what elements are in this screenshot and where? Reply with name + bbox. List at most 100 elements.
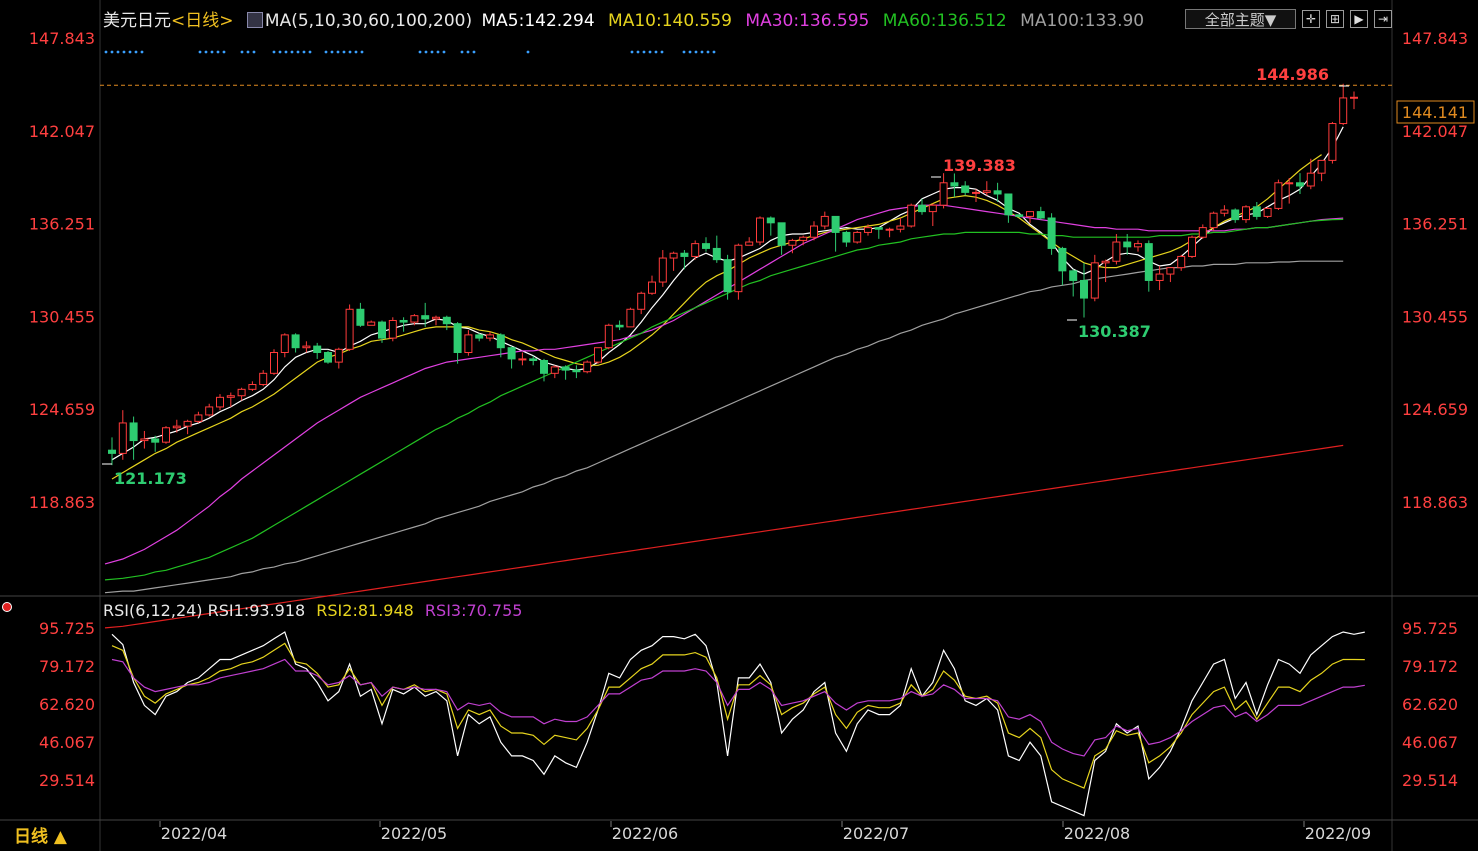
- grid-layout-icon[interactable]: ⊞: [1326, 10, 1344, 28]
- price-axis-tick-right: 147.843: [1402, 29, 1468, 48]
- period-switch-button[interactable]: 日线 ▲: [14, 822, 67, 847]
- candle-body: [378, 321, 386, 339]
- signal-dot: [330, 50, 334, 54]
- candle: [777, 222, 786, 255]
- signal-dot: [436, 50, 440, 54]
- expand-panel-icon[interactable]: ⇥: [1374, 10, 1392, 28]
- candle: [367, 320, 376, 326]
- signal-dot: [290, 50, 294, 54]
- candle: [1198, 224, 1207, 239]
- candle-body: [345, 308, 354, 350]
- low-annotation-2: 130.387: [1078, 322, 1151, 341]
- signal-dot: [240, 50, 244, 54]
- ma30-value: MA30:136.595: [745, 11, 870, 31]
- signal-dot: [308, 50, 312, 54]
- candle-body: [982, 190, 991, 193]
- candle: [1036, 206, 1045, 220]
- candle-body: [486, 334, 494, 339]
- candle: [486, 331, 494, 342]
- candle-body: [853, 231, 862, 243]
- candle-body: [874, 227, 883, 230]
- candle-body: [745, 241, 754, 246]
- candle-body: [648, 281, 656, 294]
- price-axis-tick-left: 147.843: [29, 29, 95, 48]
- candle-body: [712, 247, 721, 261]
- candle-body: [1188, 236, 1196, 257]
- signal-dot: [252, 50, 256, 54]
- candle: [259, 370, 268, 387]
- date-axis-tick: 2022/06: [612, 824, 678, 843]
- candle-body: [691, 243, 700, 257]
- rsi-axis-tick-left: 29.514: [39, 771, 95, 790]
- candle: [1317, 159, 1326, 182]
- candle: [248, 381, 257, 391]
- candle-body: [1155, 273, 1164, 281]
- candle-body: [205, 406, 214, 416]
- candle-body: [226, 395, 235, 398]
- candle-body: [140, 438, 149, 442]
- signal-dot: [424, 50, 428, 54]
- rsi-lines: [111, 631, 1365, 817]
- candle-body: [604, 324, 613, 349]
- crosshair-icon[interactable]: ✛: [1302, 10, 1320, 28]
- signal-dot: [140, 50, 144, 54]
- date-axis-tick: 2022/08: [1064, 824, 1130, 843]
- signal-dot: [472, 50, 476, 54]
- signal-dot: [648, 50, 652, 54]
- period-tag[interactable]: <日线>: [171, 11, 234, 31]
- candle-body: [334, 348, 343, 363]
- signal-dot: [360, 50, 364, 54]
- ma-indicator-icon[interactable]: [246, 12, 263, 28]
- candle-body: [756, 217, 764, 243]
- candle: [680, 250, 689, 270]
- candle: [831, 215, 840, 252]
- candle-body: [118, 422, 127, 454]
- candle: [162, 426, 170, 444]
- candlestick-series: [108, 83, 1358, 466]
- candle-body: [1306, 172, 1315, 187]
- signal-dot: [700, 50, 704, 54]
- theme-dropdown-button[interactable]: 全部主题▼: [1185, 9, 1296, 29]
- rsi-axis-tick-right: 79.172: [1402, 657, 1458, 676]
- candle: [950, 173, 959, 198]
- candle: [691, 240, 700, 260]
- candle: [1188, 235, 1196, 259]
- candle: [1090, 254, 1099, 302]
- candle-body: [1058, 247, 1067, 272]
- rsi-header: RSI(6,12,24) RSI1:93.918 RSI2:81.948 RSI…: [103, 601, 522, 620]
- indicator-settings-icon[interactable]: [2, 602, 12, 612]
- candle: [334, 347, 343, 369]
- candle: [885, 227, 894, 238]
- ma60-value: MA60:136.512: [882, 11, 1007, 31]
- candle-body: [388, 319, 397, 339]
- rsi3-value: RSI3:70.755: [424, 601, 523, 620]
- candle: [853, 230, 862, 244]
- candle: [280, 333, 289, 358]
- signal-dot: [348, 50, 352, 54]
- candle: [1231, 208, 1240, 223]
- candle-body: [453, 323, 462, 354]
- candle-body: [1015, 214, 1024, 217]
- rsi-params: RSI(6,12,24): [103, 601, 203, 620]
- candle: [507, 346, 516, 369]
- candle-body: [1134, 243, 1142, 248]
- candle: [129, 416, 138, 460]
- candle-body: [367, 321, 376, 326]
- candle-body: [1026, 211, 1034, 217]
- candle: [388, 317, 397, 342]
- signal-dot: [654, 50, 658, 54]
- rsi-axis-tick-right: 95.725: [1402, 619, 1458, 638]
- rsi-axis-tick-right: 46.067: [1402, 733, 1458, 752]
- price-axis-tick-left: 124.659: [29, 400, 95, 419]
- candle-body: [1047, 217, 1056, 249]
- export-icon[interactable]: ▶: [1350, 10, 1368, 28]
- signal-dot: [116, 50, 120, 54]
- candle-body: [1101, 260, 1110, 264]
- candle: [669, 251, 678, 271]
- candle: [583, 360, 592, 374]
- ma5-value: MA5:142.294: [481, 11, 595, 31]
- candle-body: [1231, 209, 1240, 221]
- candle-body: [572, 369, 581, 373]
- date-axis-tick: 2022/09: [1305, 824, 1371, 843]
- candle-body: [151, 438, 160, 443]
